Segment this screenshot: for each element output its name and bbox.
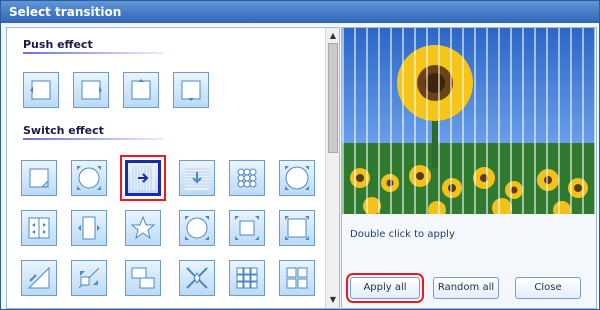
stripes-down-icon	[185, 166, 209, 190]
slide-boxes-icon	[131, 267, 155, 289]
close-button[interactable]: Close	[515, 277, 581, 299]
transition-switch-11[interactable]	[229, 210, 265, 246]
transition-switch-10[interactable]	[179, 210, 215, 246]
helper-text: Double click to apply	[350, 229, 455, 240]
page-curl-icon	[29, 168, 49, 188]
transition-switch-16[interactable]	[179, 260, 215, 296]
circle-in-icon	[185, 216, 209, 240]
circle-expand-icon	[77, 166, 101, 190]
scroll-up-icon[interactable]: ▲	[327, 30, 339, 42]
push-up-icon	[131, 79, 151, 100]
scroll-down-icon[interactable]: ▼	[327, 294, 339, 306]
section-divider	[23, 138, 163, 140]
transition-switch-5[interactable]	[229, 160, 265, 196]
diagonal-wipe-icon	[27, 266, 50, 289]
sunflower-preview-image	[342, 28, 595, 214]
select-transition-window: Select transition Push effect Switch eff…	[0, 0, 600, 310]
transition-switch-18[interactable]	[279, 260, 315, 296]
transition-switch-2[interactable]	[71, 160, 107, 196]
diagonal-split-icon	[78, 267, 100, 289]
transition-switch-4[interactable]	[179, 160, 215, 196]
box-out-icon	[235, 216, 259, 240]
star-icon	[130, 215, 156, 240]
split-vertical-icon	[78, 216, 100, 240]
four-squares-icon	[286, 267, 308, 289]
transition-switch-1[interactable]	[21, 160, 57, 196]
section-divider	[23, 52, 163, 54]
stripes-right-icon	[131, 166, 155, 190]
section-title-switch: Switch effect	[23, 124, 104, 137]
preview-panel: Double click to apply Apply all Random a…	[341, 27, 597, 309]
push-left-icon	[30, 80, 51, 100]
push-right-icon	[81, 80, 102, 100]
transition-switch-3-selected[interactable]	[120, 155, 166, 201]
window-title: Select transition	[1, 1, 599, 23]
scroll-thumb[interactable]	[328, 43, 338, 153]
apply-all-button[interactable]: Apply all	[346, 273, 424, 303]
box-in-icon	[285, 216, 309, 240]
transition-switch-8[interactable]	[71, 210, 107, 246]
transition-push-right[interactable]	[73, 72, 109, 108]
transition-switch-6[interactable]	[279, 160, 315, 196]
preview-image	[342, 28, 595, 214]
cross-arrows-icon	[186, 267, 208, 289]
transition-push-down[interactable]	[173, 72, 209, 108]
grid-squares-icon	[236, 267, 258, 289]
transition-switch-14[interactable]	[71, 260, 107, 296]
transition-switch-13[interactable]	[21, 260, 57, 296]
transition-push-up[interactable]	[123, 72, 159, 108]
section-title-push: Push effect	[23, 38, 93, 51]
transition-switch-15[interactable]	[125, 260, 161, 296]
transition-push-left[interactable]	[23, 72, 59, 108]
split-horizontal-icon	[28, 217, 50, 239]
transition-gallery: Push effect Switch effect ▲ ▼	[6, 27, 340, 309]
transition-switch-9[interactable]	[125, 210, 161, 246]
transition-switch-7[interactable]	[21, 210, 57, 246]
transition-switch-12[interactable]	[279, 210, 315, 246]
random-all-button[interactable]: Random all	[433, 277, 499, 299]
dots-grid-icon	[237, 168, 257, 188]
transition-switch-17[interactable]	[229, 260, 265, 296]
push-down-icon	[181, 80, 201, 101]
gallery-scrollbar[interactable]: ▲ ▼	[325, 28, 339, 308]
circle-shrink-icon	[285, 166, 309, 190]
